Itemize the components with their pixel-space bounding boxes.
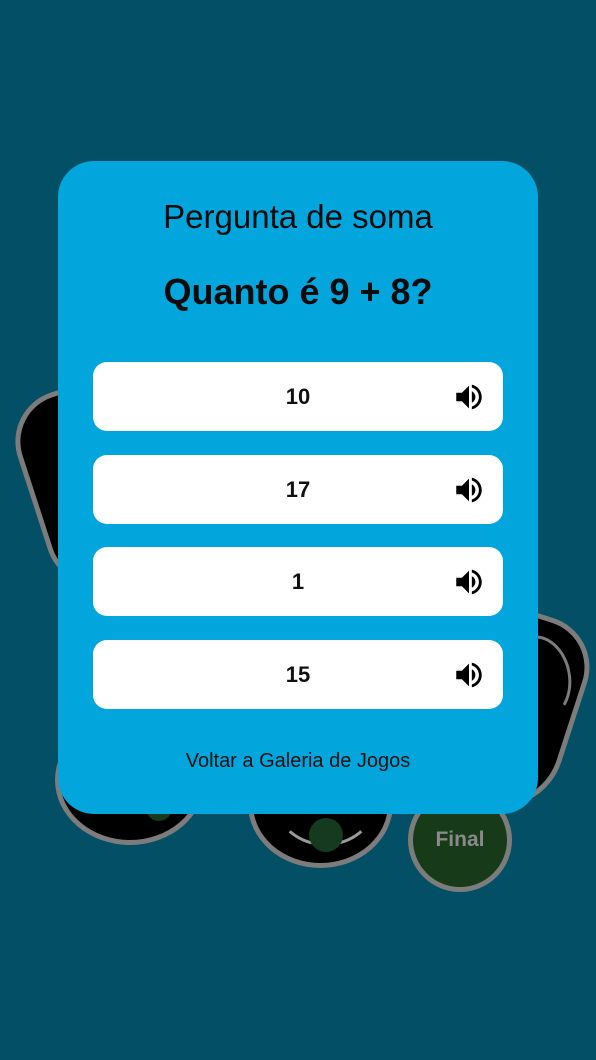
speaker-icon[interactable] [452,565,486,599]
speaker-icon[interactable] [452,380,486,414]
question-text: Quanto é 9 + 8? [163,271,433,312]
answer-button[interactable]: 15 [93,640,503,709]
answer-label: 1 [291,568,305,594]
answer-button[interactable]: 10 [93,362,503,431]
speaker-icon[interactable] [452,473,486,507]
answer-label: 10 [285,383,311,409]
answer-label: 15 [285,661,311,687]
modal-heading: Pergunta de soma [163,198,433,235]
board-node [309,818,343,852]
final-node-label: Final [435,828,485,851]
answer-button[interactable]: 1 [93,547,503,616]
back-to-gallery-link[interactable]: Voltar a Galeria de Jogos [0,750,596,773]
speaker-icon[interactable] [452,658,486,692]
answer-button[interactable]: 17 [93,455,503,524]
answer-label: 17 [285,476,311,502]
